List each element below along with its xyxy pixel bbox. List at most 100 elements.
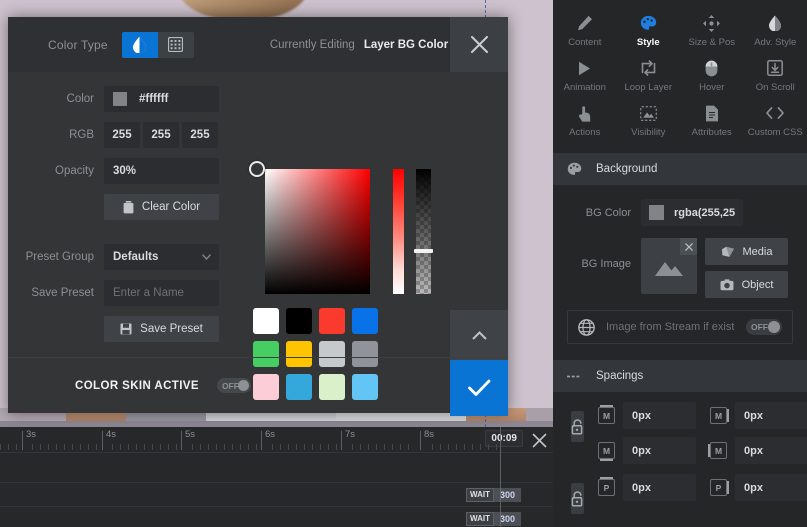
tab-animation[interactable]: Animation (553, 53, 617, 98)
bg-color-input[interactable]: rgba(255,25 (641, 199, 744, 226)
ruler-tick-minor (400, 444, 401, 450)
ruler-tick-label: 8s (424, 429, 435, 440)
document-icon (705, 104, 719, 122)
spacing-input-bottom[interactable]: 0px (623, 437, 696, 464)
bg-image-object-button[interactable]: Object (705, 271, 788, 298)
color-row: Color #ffffff (8, 86, 238, 112)
color-skin-active-toggle[interactable]: OFF (216, 378, 251, 393)
color-swatch[interactable] (253, 308, 279, 334)
clear-color-row: Clear Color (8, 194, 238, 220)
bg-image-media-button[interactable]: Media (705, 238, 788, 265)
tab-actions[interactable]: Actions (553, 98, 617, 143)
ruler-tick-minor (112, 444, 113, 450)
unlock-icon[interactable] (571, 483, 584, 514)
globe-icon (578, 318, 595, 336)
unlock-icon[interactable] (571, 411, 584, 442)
spacing-badge-right: M (710, 407, 729, 424)
rgb-b-input[interactable]: 255 (182, 122, 218, 148)
loop-icon (640, 59, 657, 77)
tab-loop-layer[interactable]: Loop Layer (617, 53, 681, 98)
bg-image-thumbnail[interactable] (641, 238, 697, 294)
alpha-slider-handle[interactable] (414, 249, 433, 253)
save-preset-input[interactable]: Enter a Name (104, 280, 219, 306)
spacing-input-right[interactable]: 0px (735, 402, 807, 429)
timeline-close-button[interactable] (530, 431, 548, 449)
modal-close-button[interactable] (450, 17, 508, 72)
color-skin-active-state: OFF (221, 380, 239, 391)
media-stack-icon (721, 246, 734, 257)
gradient-color-icon[interactable] (158, 32, 194, 58)
tab-adv-style[interactable]: Adv. Style (744, 8, 807, 53)
tab-style[interactable]: Style (617, 8, 681, 53)
bg-color-row: BG Color rgba(255,25 (553, 199, 807, 226)
wait-chip[interactable]: WAIT 300 (466, 512, 522, 526)
modal-body: Color #ffffff RGB 255 255 255 Opacity 30… (8, 72, 508, 416)
color-hex-input[interactable]: #ffffff (104, 86, 219, 112)
saturation-handle[interactable] (249, 161, 265, 177)
tab-visibility[interactable]: Visibility (617, 98, 681, 143)
ruler-tick-minor (200, 444, 201, 450)
spacing-input-left[interactable]: 0px (735, 437, 807, 464)
ruler-tick-minor (288, 444, 289, 450)
tab-on-scroll[interactable]: On Scroll (744, 53, 807, 98)
ruler-tick-minor (88, 444, 89, 450)
clear-color-button[interactable]: Clear Color (104, 194, 219, 220)
tab-size-pos[interactable]: Size & Pos (680, 8, 744, 53)
background-section-header[interactable]: Background (553, 153, 807, 185)
collapse-panel-button[interactable] (450, 310, 508, 360)
timeline-ruler[interactable]: 00:09 3s 4s 5s 6s 7s 8s (0, 427, 553, 453)
ruler-tick-minor (496, 444, 497, 450)
timeline-track[interactable]: WAIT 300 (0, 507, 553, 527)
color-form: Color #ffffff RGB 255 255 255 Opacity 30… (8, 86, 238, 352)
ruler-tick-minor (296, 444, 297, 450)
tab-custom-css[interactable]: Custom CSS (744, 98, 807, 143)
spacing-input-top[interactable]: 0px (623, 402, 696, 429)
saturation-value-box[interactable] (265, 169, 370, 294)
currently-editing-label: Currently Editing (269, 38, 355, 51)
palette-icon (640, 14, 657, 32)
tab-attributes[interactable]: Attributes (680, 98, 744, 143)
tab-hover[interactable]: Hover (680, 53, 744, 98)
ruler-tick-minor (192, 444, 193, 450)
mouse-icon (705, 59, 718, 77)
wait-chip-value: 300 (494, 488, 522, 502)
tab-content[interactable]: Content (553, 8, 617, 53)
rgb-row: RGB 255 255 255 (8, 122, 238, 148)
color-type-toggle-group[interactable] (121, 31, 194, 58)
ruler-tick-minor (472, 444, 473, 450)
timeline-playhead[interactable] (500, 427, 501, 527)
ruler-tick-minor (136, 444, 137, 450)
color-skin-active-label: COLOR SKIN ACTIVE (75, 379, 199, 392)
style-settings-panel: Content Style Size & Pos Adv. Style Animatio… (553, 0, 807, 527)
alpha-slider[interactable] (416, 169, 431, 294)
spacings-section-header[interactable]: Spacings (553, 360, 807, 392)
color-swatch[interactable] (352, 308, 378, 334)
opacity-input[interactable]: 30% (104, 158, 219, 184)
save-preset-button[interactable]: Save Preset (104, 316, 219, 342)
timeline-track[interactable]: WAIT 300 (0, 483, 553, 507)
spacing-input-right[interactable]: 0px (735, 474, 807, 501)
solid-color-icon[interactable] (121, 31, 158, 58)
color-swatch[interactable] (286, 308, 312, 334)
image-dashed-icon (639, 104, 657, 122)
timeline-track[interactable] (0, 453, 553, 483)
hue-slider[interactable] (393, 169, 404, 294)
chevron-down-icon (202, 254, 211, 260)
modal-header: Color Type Currently Editing Layer BG Co… (8, 17, 508, 72)
bg-image-remove-button[interactable] (680, 238, 697, 255)
spacing-input-top[interactable]: 0px (623, 474, 696, 501)
rgb-r-input[interactable]: 255 (104, 122, 140, 148)
ruler-tick-minor (144, 444, 145, 450)
ruler-tick-minor (392, 444, 393, 450)
image-from-stream-row[interactable]: Image from Stream if exist OFF (567, 310, 793, 344)
ruler-tick-minor (256, 444, 257, 450)
spacing-cell: P 0px (598, 474, 696, 501)
image-from-stream-toggle[interactable]: OFF (746, 319, 782, 335)
preset-group-select[interactable]: Defaults (104, 244, 219, 270)
color-picker-modal: Color Type Currently Editing Layer BG Co… (8, 17, 508, 416)
play-icon (578, 59, 591, 77)
tab-label: Size & Pos (688, 37, 735, 48)
wait-chip[interactable]: WAIT 300 (466, 488, 522, 502)
rgb-g-input[interactable]: 255 (143, 122, 179, 148)
color-swatch[interactable] (319, 308, 345, 334)
